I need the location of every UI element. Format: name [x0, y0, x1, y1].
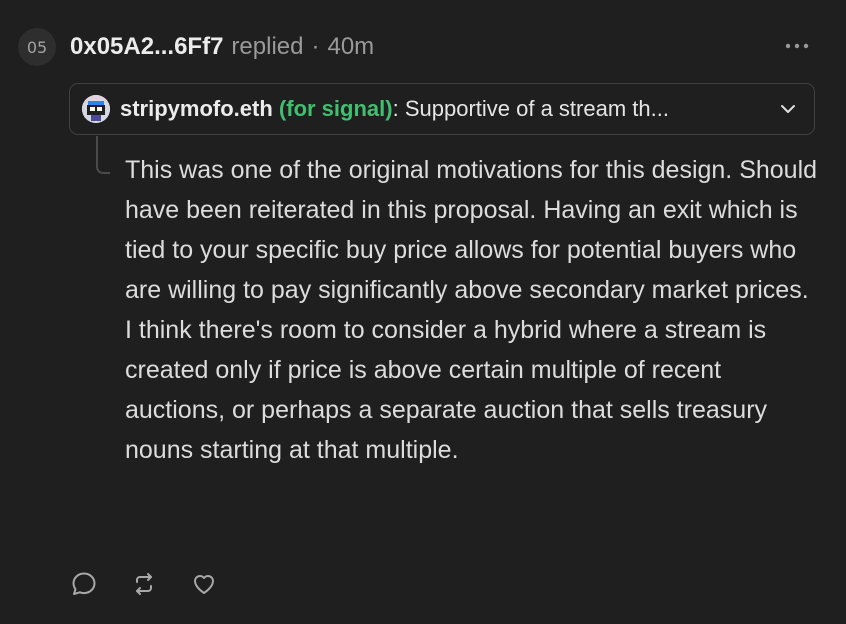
post-header: 0x05A2...6Ff7 replied · 40m: [70, 30, 374, 64]
author-name[interactable]: 0x05A2...6Ff7: [70, 33, 223, 61]
post-number-badge: 05: [18, 28, 56, 66]
more-horizontal-icon: [785, 43, 809, 49]
more-options-button[interactable]: [782, 35, 812, 57]
post-action: replied: [231, 33, 304, 60]
reply-icon: [72, 572, 96, 595]
repost-button[interactable]: [130, 570, 158, 598]
repost-icon: [136, 573, 152, 595]
body-paragraph: This was one of the original motivations…: [125, 156, 818, 304]
expand-quote-button[interactable]: [774, 95, 802, 123]
post-actions: [70, 570, 250, 598]
reply-post: 05 0x05A2...6Ff7 replied · 40m stripymof…: [0, 0, 846, 624]
quoted-reply[interactable]: stripymofo.eth (for signal): Supportive …: [69, 83, 815, 135]
reply-body: This was one of the original motivations…: [125, 150, 825, 470]
separator: ·: [311, 33, 320, 60]
vote-signal: (for signal): [278, 96, 393, 121]
quoted-author: stripymofo.eth: [120, 96, 273, 121]
reply-button[interactable]: [70, 570, 98, 598]
quoted-reply-text: stripymofo.eth (for signal): Supportive …: [120, 96, 764, 122]
quoted-excerpt: Supportive of a stream th...: [398, 96, 669, 121]
like-button[interactable]: [190, 570, 218, 598]
body-paragraph: I think there's room to consider a hybri…: [125, 316, 768, 464]
heart-icon: [194, 575, 214, 594]
chevron-down-icon: [781, 105, 795, 113]
post-number: 05: [26, 37, 48, 57]
thread-connector: [96, 136, 110, 174]
noun-avatar-icon: [82, 95, 110, 123]
timestamp: 40m: [327, 33, 375, 60]
